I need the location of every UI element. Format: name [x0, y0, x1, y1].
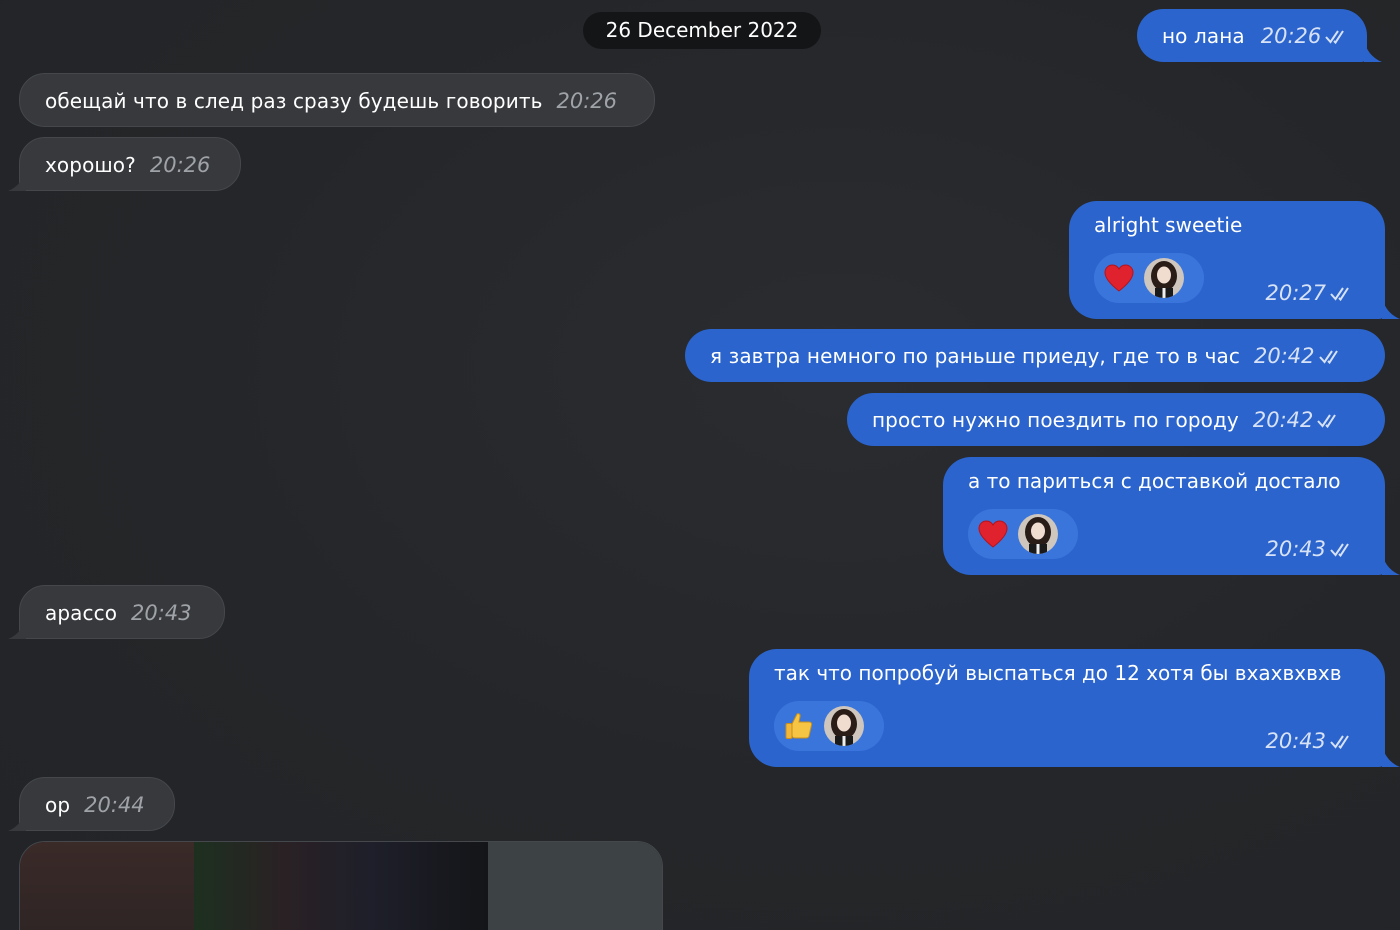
double-check-icon — [1317, 413, 1337, 428]
reaction-pill[interactable] — [774, 701, 884, 751]
heart-icon — [1094, 253, 1144, 303]
message-time: 20:26 — [556, 88, 617, 113]
message-meta: 20:27 — [1265, 281, 1359, 305]
outgoing-message[interactable]: но лана 20:26 — [1137, 9, 1382, 62]
outgoing-message[interactable]: я завтра немного по раньше приеду, где т… — [685, 329, 1385, 382]
incoming-message[interactable]: ор 20:44 — [8, 777, 175, 831]
bubble-tail — [1382, 745, 1400, 767]
message-time: 20:43 — [1265, 537, 1326, 561]
message-meta: 20:26 — [1261, 24, 1355, 48]
message-time: 20:42 — [1253, 343, 1315, 368]
bubble-tail — [1364, 40, 1382, 62]
message-text: обещай что в след раз сразу будешь говор… — [45, 88, 543, 113]
bubble-tail — [1382, 297, 1400, 319]
incoming-message[interactable]: арассо 20:43 — [8, 585, 225, 639]
bubble-tail — [1382, 553, 1400, 575]
message-meta: 20:26 — [150, 153, 211, 177]
message-time: 20:26 — [1260, 23, 1322, 48]
date-separator: 26 December 2022 — [583, 12, 821, 49]
message-text: я завтра немного по раньше приеду, где т… — [710, 343, 1240, 368]
message-meta: 20:43 — [1265, 537, 1359, 561]
message-time: 20:44 — [84, 792, 145, 817]
message-meta: 20:42 — [1253, 408, 1347, 432]
double-check-icon — [1325, 29, 1345, 44]
message-meta: 20:26 — [556, 89, 617, 113]
double-check-icon — [1330, 735, 1349, 750]
message-meta: 20:43 — [1265, 729, 1359, 753]
thumbs-up-icon — [774, 701, 824, 751]
double-check-icon — [1330, 287, 1349, 302]
media-thumbnail — [20, 842, 194, 930]
outgoing-message[interactable]: просто нужно поездить по городу 20:42 — [847, 393, 1385, 446]
incoming-message[interactable]: обещай что в след раз сразу будешь говор… — [19, 73, 655, 127]
message-text: а то париться с доставкой достало — [968, 469, 1341, 493]
message-text: но лана — [1162, 23, 1245, 48]
message-meta: 20:43 — [131, 601, 192, 625]
avatar — [824, 706, 864, 746]
avatar — [1144, 258, 1184, 298]
outgoing-message[interactable]: alright sweetie 20:27 — [1069, 201, 1400, 319]
message-meta: 20:44 — [84, 793, 145, 817]
message-time: 20:43 — [1265, 729, 1326, 753]
incoming-message[interactable]: хорошо? 20:26 — [8, 137, 241, 191]
double-check-icon — [1330, 543, 1349, 558]
heart-icon — [968, 509, 1018, 559]
avatar — [1018, 514, 1058, 554]
reaction-pill[interactable] — [1094, 253, 1204, 303]
message-time: 20:43 — [131, 600, 192, 625]
message-text: просто нужно поездить по городу — [872, 407, 1239, 432]
message-time: 20:27 — [1265, 281, 1326, 305]
message-text: ор — [45, 792, 71, 817]
reaction-pill[interactable] — [968, 509, 1078, 559]
media-thumbnail — [488, 842, 662, 930]
bubble-tail — [8, 169, 26, 191]
message-time: 20:26 — [149, 152, 211, 177]
media-thumbnail — [194, 842, 488, 930]
message-meta: 20:42 — [1254, 344, 1348, 368]
message-time: 20:42 — [1252, 407, 1314, 432]
bubble-tail — [8, 809, 26, 831]
chat-history: 26 December 2022 но лана 20:26 обещай чт… — [0, 0, 1400, 930]
message-text: хорошо? — [45, 152, 136, 177]
outgoing-message[interactable]: а то париться с доставкой достало 20:43 — [943, 457, 1400, 575]
bubble-tail — [8, 617, 26, 639]
message-text: арассо — [45, 600, 118, 625]
message-text: alright sweetie — [1094, 213, 1243, 237]
media-message[interactable] — [19, 841, 663, 930]
outgoing-message[interactable]: так что попробуй выспаться до 12 хотя бы… — [749, 649, 1400, 767]
double-check-icon — [1318, 349, 1338, 364]
message-text: так что попробуй выспаться до 12 хотя бы… — [774, 661, 1342, 685]
